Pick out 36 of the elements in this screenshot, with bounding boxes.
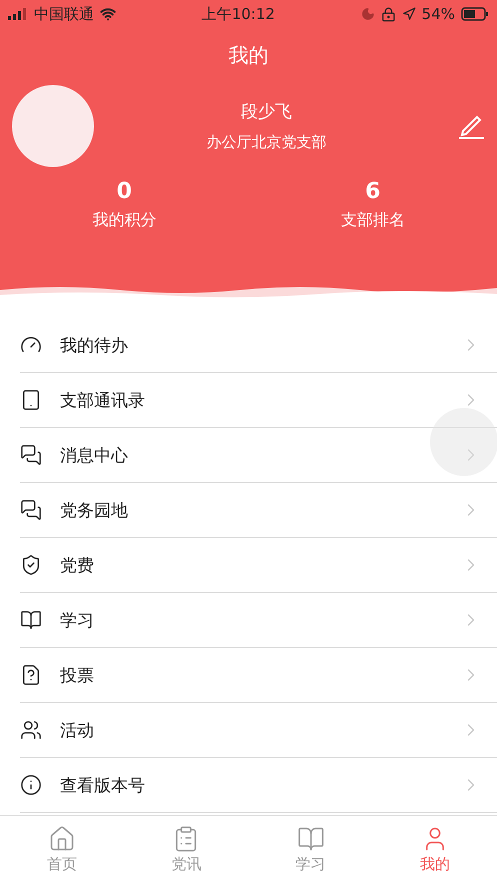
- question-document-icon: [20, 664, 42, 686]
- edit-icon[interactable]: [457, 113, 485, 139]
- menu-item[interactable]: 消息中心: [20, 428, 497, 483]
- people-icon: [20, 719, 42, 741]
- shield-check-icon: [20, 554, 42, 576]
- book-icon: [296, 825, 325, 853]
- stat-label: 支部排名: [340, 210, 405, 231]
- wifi-icon: [100, 6, 116, 22]
- location-icon: [402, 7, 416, 21]
- menu-item[interactable]: 我的待办: [20, 318, 497, 373]
- chat-bubbles-icon: [20, 499, 42, 521]
- signal-icon: [8, 8, 28, 20]
- clock-time: 上午10:12: [202, 4, 275, 24]
- menu-item[interactable]: 活动: [20, 703, 497, 758]
- menu-item[interactable]: 党费: [20, 538, 497, 593]
- stat-value: 0: [116, 179, 132, 204]
- battery-percent: 54%: [422, 5, 456, 23]
- moon-icon: [360, 7, 375, 21]
- home-icon: [48, 825, 76, 853]
- page-title: 我的: [228, 42, 270, 69]
- rotation-lock-icon: [380, 6, 396, 22]
- tablet-icon: [20, 389, 42, 411]
- stat-value: 6: [365, 179, 380, 204]
- menu-item[interactable]: 查看版本号: [20, 758, 497, 813]
- carrier-name: 中国联通: [34, 4, 94, 24]
- book-icon: [20, 609, 42, 631]
- battery-icon: [461, 7, 490, 21]
- menu-item[interactable]: 投票: [20, 648, 497, 703]
- stat-label: 我的积分: [92, 210, 156, 231]
- menu-item[interactable]: 党务园地: [20, 483, 497, 538]
- chat-bubbles-icon: [20, 444, 42, 466]
- user-name: 段少飞: [241, 101, 292, 123]
- info-icon: [20, 774, 42, 796]
- branch-name: 办公厅北京党支部: [206, 133, 326, 152]
- menu-item[interactable]: 支部通讯录: [20, 373, 497, 428]
- menu-item[interactable]: 学习: [20, 593, 497, 648]
